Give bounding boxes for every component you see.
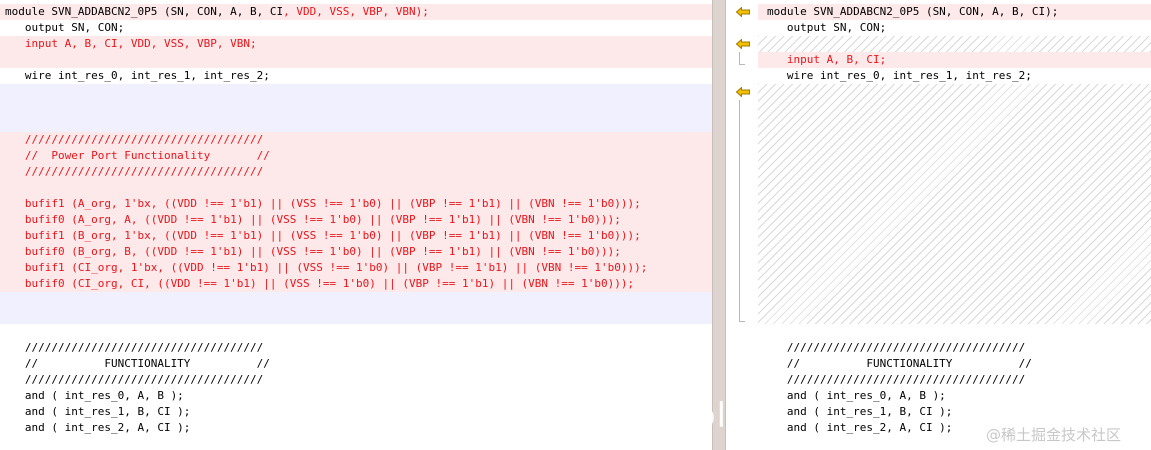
left-diff-pane[interactable]: module SVN_ADDABCN2_0P5 (SN, CON, A, B, … — [0, 0, 712, 450]
code-line[interactable] — [758, 308, 1151, 324]
code-line[interactable]: //////////////////////////////////// — [758, 340, 1151, 356]
code-line[interactable] — [758, 196, 1151, 212]
code-text: and ( int_res_2, A, CI ); — [767, 421, 953, 434]
code-text-changed: //////////////////////////////////// — [5, 133, 264, 146]
code-text-changed: bufif0 (A_org, A, ((VDD !== 1'b1) || (VS… — [5, 213, 621, 226]
code-text-changed: input A, B, CI, VDD, VSS, VBP, VBN; — [5, 37, 257, 50]
change-range-line — [739, 64, 745, 65]
code-text-changed: input A, B, CI; — [767, 53, 887, 66]
code-line[interactable] — [758, 132, 1151, 148]
code-line[interactable] — [758, 228, 1151, 244]
code-line[interactable]: // FUNCTIONALITY // — [0, 356, 712, 372]
code-line[interactable] — [758, 116, 1151, 132]
code-line[interactable] — [0, 180, 712, 196]
code-text: and ( int_res_2, A, CI ); — [5, 421, 191, 434]
code-line[interactable]: //////////////////////////////////// — [0, 164, 712, 180]
code-line[interactable] — [758, 292, 1151, 308]
code-line[interactable] — [758, 276, 1151, 292]
code-line[interactable]: //////////////////////////////////// — [0, 372, 712, 388]
code-line[interactable] — [0, 324, 712, 340]
code-line[interactable]: and ( int_res_0, A, B ); — [758, 388, 1151, 404]
code-text: //////////////////////////////////// — [5, 341, 264, 354]
watermark-site: @稀土掘金技术社区 — [986, 426, 1122, 444]
code-line[interactable]: bufif0 (CI_org, CI, ((VDD !== 1'b1) || (… — [0, 276, 712, 292]
code-line[interactable] — [0, 116, 712, 132]
code-text: wire int_res_0, int_res_1, int_res_2; — [767, 69, 1032, 82]
code-line[interactable] — [0, 84, 712, 100]
code-line[interactable] — [758, 148, 1151, 164]
code-line[interactable]: bufif1 (B_org, 1'bx, ((VDD !== 1'b1) || … — [0, 228, 712, 244]
code-line[interactable]: //////////////////////////////////// — [758, 372, 1151, 388]
merge-left-arrow-icon[interactable] — [735, 38, 750, 50]
code-line[interactable]: bufif0 (B_org, B, ((VDD !== 1'b1) || (VS… — [0, 244, 712, 260]
code-text: //////////////////////////////////// — [767, 373, 1026, 386]
code-line[interactable] — [758, 180, 1151, 196]
code-line[interactable]: module SVN_ADDABCN2_0P5 (SN, CON, A, B, … — [0, 4, 712, 20]
code-line[interactable] — [0, 52, 712, 68]
code-line[interactable]: wire int_res_0, int_res_1, int_res_2; — [0, 68, 712, 84]
code-line[interactable] — [758, 212, 1151, 228]
code-line[interactable] — [0, 308, 712, 324]
code-line[interactable]: and ( int_res_2, A, CI ); — [0, 420, 712, 436]
code-line[interactable]: bufif0 (A_org, A, ((VDD !== 1'b1) || (VS… — [0, 212, 712, 228]
code-line[interactable] — [758, 244, 1151, 260]
code-line[interactable]: input A, B, CI; — [758, 52, 1151, 68]
code-line[interactable]: input A, B, CI, VDD, VSS, VBP, VBN; — [0, 36, 712, 52]
code-line[interactable]: wire int_res_0, int_res_1, int_res_2; — [758, 68, 1151, 84]
code-line[interactable]: //////////////////////////////////// — [0, 340, 712, 356]
code-line[interactable]: and ( int_res_1, B, CI ); — [758, 404, 1151, 420]
code-text: and ( int_res_0, A, B ); — [767, 389, 946, 402]
code-text: //////////////////////////////////// — [5, 373, 264, 386]
code-text: //////////////////////////////////// — [767, 341, 1026, 354]
code-text: output SN, CON; — [767, 21, 887, 34]
code-text: module SVN_ADDABCN2_0P5 (SN, CON, A, B, … — [767, 5, 1059, 18]
merge-left-arrow-icon[interactable] — [735, 86, 750, 98]
watermark-overlay: blog — [694, 396, 772, 436]
code-text-changed: bufif1 (CI_org, 1'bx, ((VDD !== 1'b1) ||… — [5, 261, 648, 274]
code-text: and ( int_res_1, B, CI ); — [5, 405, 191, 418]
code-text: and ( int_res_0, A, B ); — [5, 389, 184, 402]
code-line[interactable]: bufif1 (CI_org, 1'bx, ((VDD !== 1'b1) ||… — [0, 260, 712, 276]
code-text: output SN, CON; — [5, 21, 125, 34]
code-text: and ( int_res_1, B, CI ); — [767, 405, 953, 418]
code-line[interactable]: // Power Port Functionality // — [0, 148, 712, 164]
code-text: module SVN_ADDABCN2_0P5 (SN, CON, A, B, … — [5, 5, 284, 18]
code-line[interactable] — [0, 100, 712, 116]
code-text: wire int_res_0, int_res_1, int_res_2; — [5, 69, 270, 82]
merge-left-arrow-icon[interactable] — [735, 6, 750, 18]
code-text-changed: bufif0 (CI_org, CI, ((VDD !== 1'b1) || (… — [5, 277, 635, 290]
code-line[interactable]: module SVN_ADDABCN2_0P5 (SN, CON, A, B, … — [758, 4, 1151, 20]
code-line[interactable] — [758, 36, 1151, 52]
change-range-line — [739, 100, 740, 322]
code-text: // FUNCTIONALITY // — [767, 357, 1032, 370]
code-line[interactable] — [0, 292, 712, 308]
pane-splitter[interactable] — [712, 0, 726, 450]
change-range-line — [739, 321, 745, 322]
code-line[interactable] — [758, 100, 1151, 116]
code-line[interactable] — [758, 84, 1151, 100]
merge-gutter — [726, 0, 758, 450]
code-text-changed: bufif1 (A_org, 1'bx, ((VDD !== 1'b1) || … — [5, 197, 641, 210]
code-text-changed: , VDD, VSS, VBP, VBN); — [283, 5, 429, 18]
code-line[interactable]: // FUNCTIONALITY // — [758, 356, 1151, 372]
code-line[interactable] — [758, 164, 1151, 180]
code-line[interactable]: output SN, CON; — [0, 20, 712, 36]
right-diff-pane[interactable]: module SVN_ADDABCN2_0P5 (SN, CON, A, B, … — [758, 0, 1151, 450]
code-line[interactable] — [758, 260, 1151, 276]
code-text-changed: bufif1 (B_org, 1'bx, ((VDD !== 1'b1) || … — [5, 229, 641, 242]
code-text: // FUNCTIONALITY // — [5, 357, 270, 370]
code-line[interactable]: and ( int_res_0, A, B ); — [0, 388, 712, 404]
code-text-changed: bufif0 (B_org, B, ((VDD !== 1'b1) || (VS… — [5, 245, 621, 258]
code-text-changed: //////////////////////////////////// — [5, 165, 264, 178]
code-line[interactable] — [758, 324, 1151, 340]
code-line[interactable]: //////////////////////////////////// — [0, 132, 712, 148]
code-text-changed: // Power Port Functionality // — [5, 149, 270, 162]
code-line[interactable]: output SN, CON; — [758, 20, 1151, 36]
code-line[interactable]: bufif1 (A_org, 1'bx, ((VDD !== 1'b1) || … — [0, 196, 712, 212]
code-line[interactable]: and ( int_res_1, B, CI ); — [0, 404, 712, 420]
